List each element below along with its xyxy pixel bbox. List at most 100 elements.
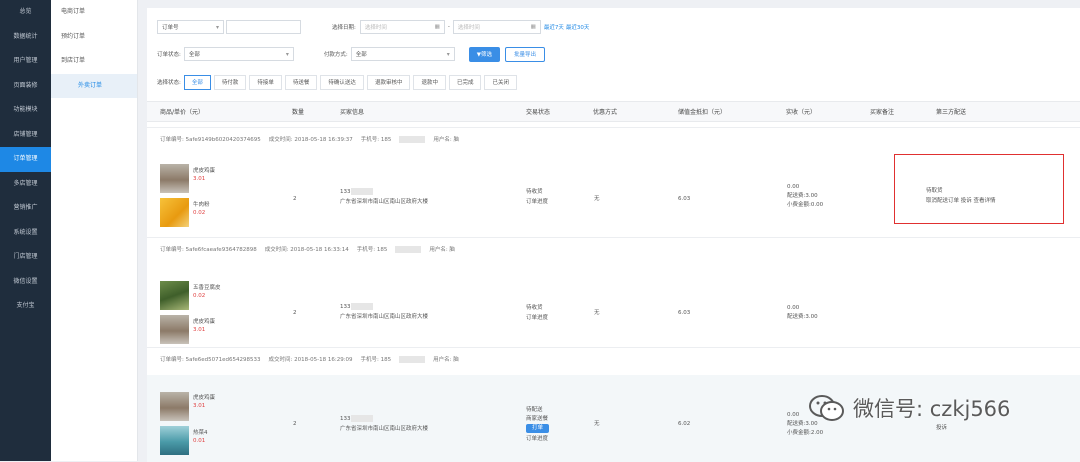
order-status-label: 订单状态:: [157, 52, 181, 58]
sidebar-item-users[interactable]: 用户管理: [0, 49, 51, 74]
recent-7-days-link[interactable]: 最近7天: [544, 23, 564, 31]
watermark-text: 微信号: czkj566: [853, 397, 1011, 421]
order-time: 成交时间: 2018-05-18 16:39:37: [268, 136, 353, 143]
buyer-phone: 133: [340, 188, 373, 196]
chevron-down-icon: ▾: [446, 50, 450, 58]
sidebar: 总览 数据统计 用户管理 页面装修 功能模块 店铺管理 订单管理 多店管理 营销…: [0, 0, 51, 461]
order-time: 成交时间: 2018-05-18 16:29:09: [268, 356, 353, 363]
col-product: 商品/单价（元）: [160, 109, 205, 116]
discount-value: 无: [594, 310, 600, 316]
product-price: 0.02: [193, 293, 206, 299]
col-note: 买家备注: [870, 109, 895, 116]
tip-amount: 小费金额:0.00: [787, 202, 824, 208]
tab-refunding[interactable]: 退款中: [413, 74, 446, 90]
buyer-phone: 133: [340, 303, 373, 311]
wechat-watermark: 微信号: czkj566: [807, 393, 1010, 423]
product-image: [160, 164, 189, 193]
sidebar-item-pages[interactable]: 页面装修: [0, 74, 51, 99]
sidebar-item-stores[interactable]: 门店管理: [0, 245, 51, 270]
tab-all[interactable]: 全部: [183, 74, 211, 90]
order-time: 成交时间: 2018-05-18 16:33:14: [264, 246, 349, 253]
search-input[interactable]: [226, 20, 301, 34]
order-progress-link[interactable]: 订单进度: [526, 435, 548, 443]
date-start-input[interactable]: 选择时间 ▦: [359, 20, 445, 34]
date-end-input[interactable]: 选择时间 ▦: [452, 20, 541, 34]
product-price: 0.01: [193, 438, 206, 444]
order-phone: 手机号: 185: [357, 245, 422, 253]
recent-30-days-link[interactable]: 最近30天: [566, 23, 590, 31]
sidebar-item-shop[interactable]: 店铺管理: [0, 123, 51, 148]
order-progress-link[interactable]: 订单进度: [526, 314, 548, 322]
order-number: 订单编号: 5afe6fcaeafe9364782898: [160, 246, 257, 253]
subnav-takeout-orders[interactable]: 外卖订单: [51, 73, 137, 98]
tab-pending-delivery[interactable]: 待送餐: [284, 74, 318, 90]
filter-row-status: 订单状态: 全部 ▾ 付款方式: 全部 ▾ ▼筛选 批量导出: [157, 46, 545, 62]
sidebar-item-settings[interactable]: 系统设置: [0, 221, 51, 246]
chevron-down-icon: ▾: [215, 23, 219, 31]
product-name: 牛肉粉: [193, 202, 210, 208]
subnav-booking-orders[interactable]: 预约订单: [51, 25, 137, 50]
date-end-placeholder: 选择时间: [457, 25, 480, 31]
sidebar-item-wechat[interactable]: 微信设置: [0, 270, 51, 295]
merchant-delivery-link[interactable]: 商家送餐: [526, 415, 548, 423]
order-header: 订单编号: 5afe6fcaeafe9364782898 成交时间: 2018-…: [147, 238, 1080, 259]
sidebar-item-marketing[interactable]: 营销推广: [0, 196, 51, 221]
tab-pending-accept[interactable]: 待接单: [249, 74, 282, 90]
order-status: 待配送: [526, 407, 543, 413]
product-name: 虎皮鸡蛋: [193, 319, 216, 325]
redacted-mask: [350, 303, 373, 310]
order-status: 待收货: [526, 305, 543, 311]
order-row: 订单编号: 5afe9149b6020420374695 成交时间: 2018-…: [147, 127, 1080, 237]
order-username: 用户名: 脑: [433, 356, 459, 363]
tab-refund-review[interactable]: 退款审核中: [366, 74, 411, 90]
discount-value: 无: [594, 421, 600, 427]
tab-pending-payment[interactable]: 待付款: [213, 74, 247, 90]
sidebar-item-multistore[interactable]: 多店管理: [0, 172, 51, 197]
order-username: 用户名: 脑: [429, 246, 455, 253]
filter-row-search: 订单号 ▾ 选择日期: 选择时间 ▦ - 选择时间 ▦ 最近7天 最近30天: [157, 19, 589, 35]
subnav-ecommerce-orders[interactable]: 电商订单: [51, 0, 137, 25]
subnav-instore-orders[interactable]: 到店订单: [51, 49, 137, 74]
date-start-placeholder: 选择时间: [364, 25, 387, 31]
filter-button[interactable]: ▼筛选: [468, 46, 500, 62]
order-status: 待收货: [526, 189, 543, 195]
complaint-link[interactable]: 投诉: [936, 424, 947, 432]
product-image: [160, 315, 189, 344]
batch-export-button[interactable]: 批量导出: [504, 46, 545, 62]
sidebar-item-stats[interactable]: 数据统计: [0, 25, 51, 50]
tab-closed[interactable]: 已关闭: [484, 74, 517, 90]
sidebar-item-modules[interactable]: 功能模块: [0, 98, 51, 123]
pay-method-value: 全部: [355, 52, 367, 58]
table-header: 商品/单价（元） 数量 买家信息 交易状态 优惠方式 储值金抵扣（元） 实收（元…: [147, 101, 1080, 122]
paid-amount: 0.00: [787, 184, 800, 190]
buyer-address: 广东省深圳市南山区南山区政府大楼: [340, 426, 429, 432]
product-image: [160, 198, 189, 227]
col-deduct: 储值金抵扣（元）: [678, 109, 727, 116]
product-price: 3.01: [193, 327, 206, 333]
print-order-button[interactable]: 打单: [526, 424, 550, 433]
product-price: 3.01: [193, 403, 206, 409]
search-type-select[interactable]: 订单号 ▾: [157, 20, 224, 34]
tip-amount: 小费金额:2.00: [787, 430, 824, 436]
delivery-fee: 配送费:3.00: [787, 193, 818, 199]
tab-pending-confirm[interactable]: 待确认送达: [320, 74, 364, 90]
sidebar-item-orders[interactable]: 订单管理: [0, 147, 51, 172]
product-name: 虎皮鸡蛋: [193, 168, 216, 174]
order-header: 订单编号: 5afe9149b6020420374695 成交时间: 2018-…: [147, 128, 1080, 149]
paid-amount: 0.00: [787, 305, 800, 311]
pay-method-select[interactable]: 全部 ▾: [350, 47, 455, 61]
status-tabs: 选择状态: 全部 待付款 待接单 待送餐 待确认送达 退款审核中 退款中 已完成…: [157, 74, 520, 90]
order-status-select[interactable]: 全部 ▾: [183, 47, 294, 61]
sidebar-item-overview[interactable]: 总览: [0, 0, 51, 25]
order-progress-link[interactable]: 订单进度: [526, 198, 548, 206]
order-status-value: 全部: [188, 52, 200, 58]
discount-value: 无: [594, 196, 600, 202]
product-name: 热菜4: [193, 430, 208, 436]
order-qty: 2: [293, 196, 297, 202]
product-name: 虎皮鸡蛋: [193, 395, 216, 401]
product-price: 3.01: [193, 176, 206, 182]
tab-completed[interactable]: 已完成: [448, 74, 482, 90]
sidebar-item-alipay[interactable]: 支付宝: [0, 294, 51, 319]
select-status-label: 选择状态:: [157, 80, 181, 86]
order-phone: 手机号: 185: [361, 355, 426, 363]
